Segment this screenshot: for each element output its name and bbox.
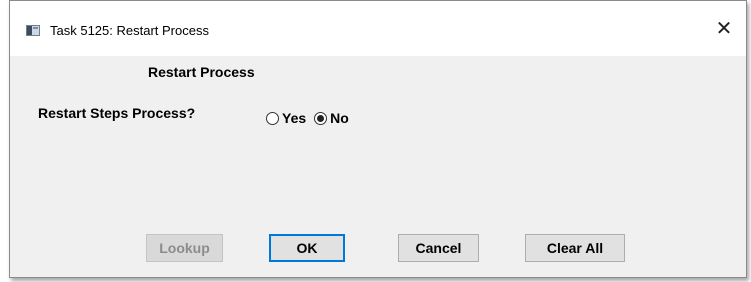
title-bar[interactable]: Task 5125: Restart Process ✕ (10, 1, 746, 56)
radio-yes[interactable]: Yes (266, 110, 306, 126)
clear-all-button[interactable]: Clear All (525, 234, 625, 262)
radio-yes-circle[interactable] (266, 111, 279, 125)
app-icon (26, 25, 40, 36)
lookup-button[interactable]: Lookup (146, 234, 223, 262)
close-icon[interactable]: ✕ (710, 16, 738, 42)
radio-yes-label: Yes (282, 110, 307, 126)
radio-no-label: No (330, 110, 349, 126)
ok-button[interactable]: OK (269, 234, 345, 262)
radio-no-circle[interactable] (314, 111, 328, 125)
dialog-window: Task 5125: Restart Process ✕ Restart Pro… (9, 0, 747, 278)
radio-no[interactable]: No (314, 110, 349, 126)
form-heading: Restart Process (148, 64, 255, 80)
restart-radio-group: Yes No (266, 109, 357, 127)
window-title: Task 5125: Restart Process (50, 23, 209, 38)
cancel-button[interactable]: Cancel (398, 234, 479, 262)
restart-question-label: Restart Steps Process? (38, 105, 196, 121)
